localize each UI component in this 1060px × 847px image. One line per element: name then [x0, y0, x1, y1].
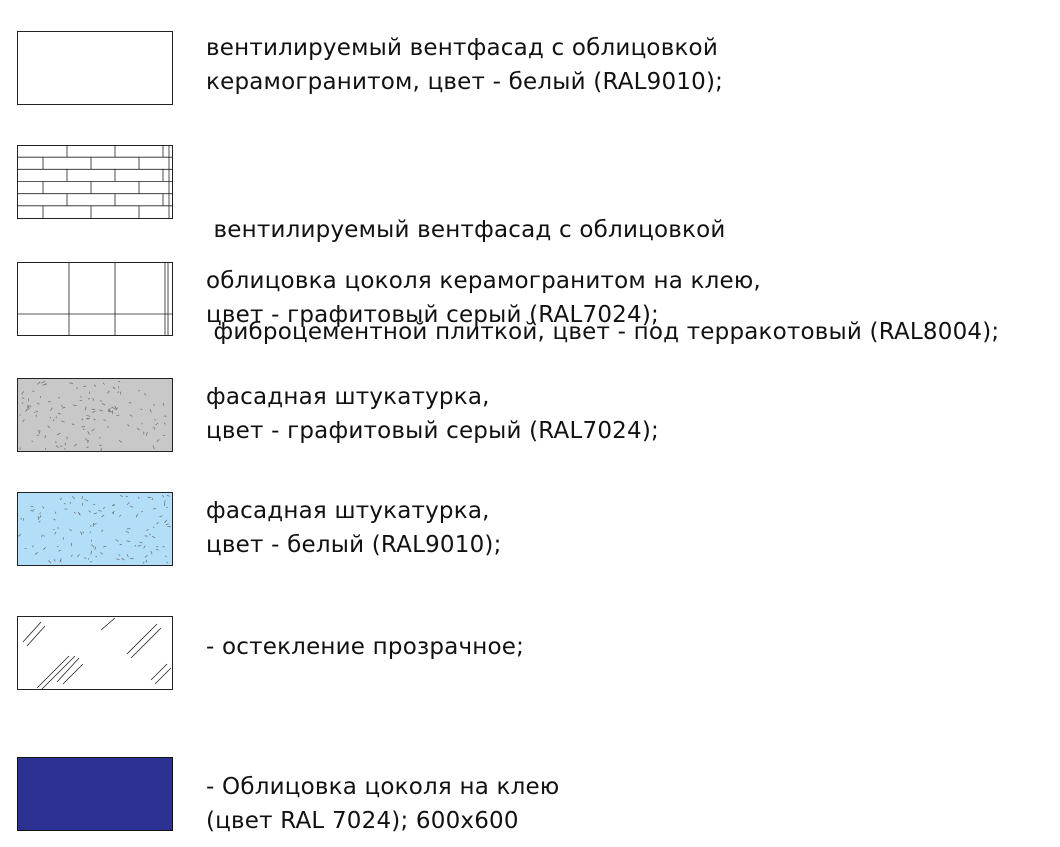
- pattern-graphic: [17, 616, 173, 690]
- pattern-graphic: [17, 378, 173, 452]
- swatch-glazing: [17, 616, 173, 690]
- swatch-plinth-blue: [17, 757, 173, 831]
- legend-label: фасадная штукатурка, цвет - белый (RAL90…: [206, 494, 502, 562]
- swatch-border: [17, 262, 173, 336]
- legend-label-line: вентилируемый вентфасад с облицовкой: [206, 35, 718, 61]
- swatch-plaster-graphite: [17, 378, 173, 452]
- legend-label-line: - остекление прозрачное;: [206, 634, 525, 660]
- swatch-border: [17, 145, 173, 219]
- swatch-plaster-white: [17, 492, 173, 566]
- swatch-plinth-ceramic-graphite: [17, 262, 173, 336]
- speckle: [154, 419, 157, 421]
- swatch-border: [17, 616, 173, 690]
- swatch-border: [17, 757, 173, 831]
- pattern-graphic: [17, 492, 173, 566]
- pattern-graphic: [17, 145, 173, 219]
- legend-label-line: фасадная штукатурка,: [206, 384, 490, 410]
- swatch-border: [17, 492, 173, 566]
- swatch-ceramic-granite-white: [17, 31, 173, 105]
- legend-label-line: цвет - белый (RAL9010);: [206, 532, 502, 558]
- legend-label-line: керамогранитом, цвет - белый (RAL9010);: [206, 69, 724, 95]
- legend-label-line: цвет - графитовый серый (RAL7024);: [206, 302, 659, 328]
- speckle: [111, 406, 114, 408]
- legend-label: фасадная штукатурка, цвет - графитовый с…: [206, 380, 659, 448]
- swatch-border: [17, 31, 173, 105]
- legend-label-line: облицовка цоколя керамогранитом на клею,: [206, 268, 761, 294]
- pattern-graphic: [17, 757, 173, 831]
- legend-label: вентилируемый вентфасад с облицовкой кер…: [206, 31, 723, 99]
- legend-label: облицовка цоколя керамогранитом на клею,…: [206, 264, 761, 332]
- legend-label: - остекление прозрачное;: [206, 630, 524, 664]
- pattern-graphic: [17, 31, 173, 105]
- legend-label-line: - Облицовка цоколя на клею: [206, 774, 560, 800]
- legend-label: - Облицовка цоколя на клею (цвет RAL 702…: [206, 770, 559, 838]
- swatch-fibercement-terracotta: [17, 145, 173, 219]
- pattern-graphic: [17, 262, 173, 336]
- legend-label-line: фасадная штукатурка,: [206, 498, 490, 524]
- legend-label-line: цвет - графитовый серый (RAL7024);: [206, 418, 659, 444]
- legend-label-line: вентилируемый вентфасад с облицовкой: [206, 217, 726, 243]
- legend-label-line: (цвет RAL 7024); 600x600: [206, 808, 519, 834]
- swatch-border: [17, 378, 173, 452]
